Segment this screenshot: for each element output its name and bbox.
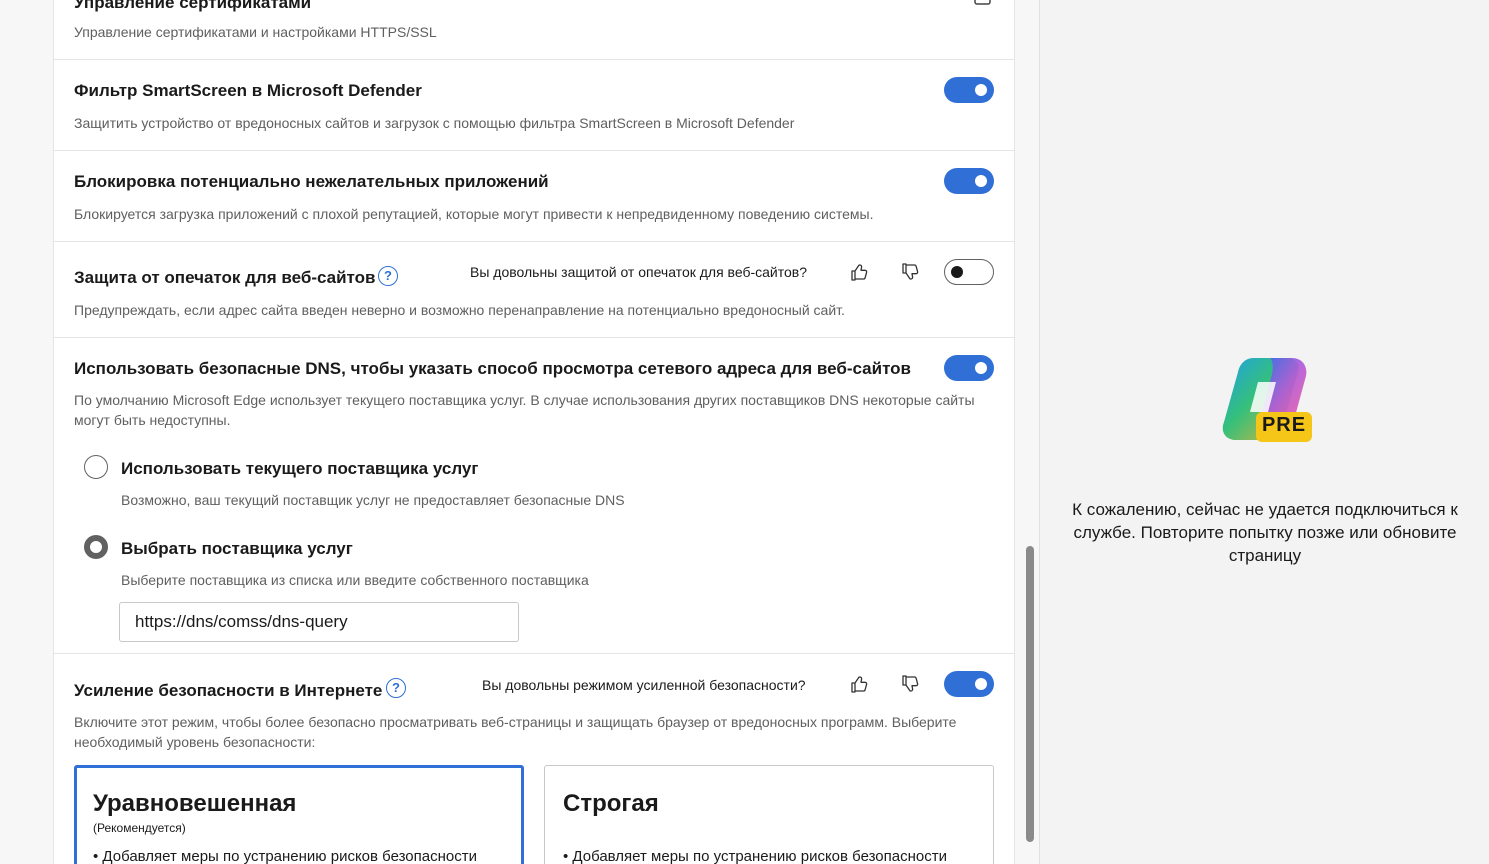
dns-custom-provider-label[interactable]: Выбрать поставщика услуг <box>121 539 353 559</box>
level-bullet: • Добавляет меры по устранению рисков бе… <box>563 848 947 864</box>
copilot-sidebar: PRE К сожалению, сейчас не удается подкл… <box>1040 0 1489 864</box>
toggle-knob <box>975 362 987 374</box>
dns-current-provider-label[interactable]: Использовать текущего поставщика услуг <box>121 459 478 479</box>
dns-desc: По умолчанию Microsoft Edge использует т… <box>74 392 975 428</box>
typo-desc: Предупреждать, если адрес сайта введен н… <box>74 302 845 318</box>
dns-current-provider-desc: Возможно, ваш текущий поставщик услуг не… <box>121 492 625 508</box>
pua-desc: Блокируется загрузка приложений с плохой… <box>74 206 874 222</box>
certificates-title: Управление сертификатами <box>74 0 312 12</box>
open-external-icon[interactable] <box>974 0 992 6</box>
dns-custom-provider-desc: Выберите поставщика из списка или введит… <box>121 572 589 588</box>
typo-toggle[interactable] <box>944 259 994 285</box>
privacy-security-card: Управление сертификатами Управление серт… <box>53 0 1015 864</box>
certificates-desc: Управление сертификатами и настройками H… <box>74 24 437 40</box>
certificates-row[interactable]: Управление сертификатами Управление серт… <box>54 0 1014 60</box>
security-level-strict[interactable]: Строгая • Добавляет меры по устранению р… <box>544 765 994 864</box>
copilot-error-message: К сожалению, сейчас не удается подключит… <box>1072 500 1458 565</box>
dns-title: Использовать безопасные DNS, чтобы указа… <box>74 359 912 378</box>
level-title: Строгая <box>563 790 659 817</box>
smartscreen-toggle[interactable] <box>944 77 994 103</box>
toggle-knob <box>951 266 963 278</box>
security-level-balanced[interactable]: Уравновешенная (Рекомендуется) • Добавля… <box>74 765 524 864</box>
copilot-preview-badge: PRE <box>1261 414 1307 436</box>
level-title: Уравновешенная <box>93 790 297 817</box>
help-icon[interactable]: ? <box>378 266 398 286</box>
toggle-knob <box>975 175 987 187</box>
help-icon[interactable]: ? <box>386 678 406 698</box>
scrollbar-thumb[interactable] <box>1026 546 1034 842</box>
typo-title: Защита от опечаток для веб-сайтов <box>74 268 376 287</box>
pua-row: Блокировка потенциально нежелательных пр… <box>54 151 1014 242</box>
level-bullet: • Добавляет меры по устранению рисков бе… <box>93 848 477 864</box>
smartscreen-desc: Защитить устройство от вредоносных сайто… <box>74 115 795 131</box>
typo-feedback-question: Вы довольны защитой от опечаток для веб-… <box>470 264 808 280</box>
settings-pane: Управление сертификатами Управление серт… <box>0 0 1040 864</box>
dns-provider-input[interactable] <box>119 602 519 642</box>
enhanced-title: Усиление безопасности в Интернете <box>74 681 383 700</box>
pua-toggle[interactable] <box>944 168 994 194</box>
thumbs-down-icon[interactable] <box>900 674 920 694</box>
thumbs-down-icon[interactable] <box>900 262 920 282</box>
thumbs-up-icon[interactable] <box>849 262 869 282</box>
dns-custom-provider-radio[interactable] <box>84 535 108 559</box>
smartscreen-title: Фильтр SmartScreen в Microsoft Defender <box>74 81 422 100</box>
enhanced-feedback-question: Вы довольны режимом усиленной безопаснос… <box>482 677 806 693</box>
dns-toggle[interactable] <box>944 355 994 381</box>
dns-current-provider-radio[interactable] <box>84 455 108 479</box>
enhanced-desc: Включите этот режим, чтобы более безопас… <box>74 714 957 750</box>
smartscreen-row: Фильтр SmartScreen в Microsoft Defender … <box>54 60 1014 151</box>
thumbs-up-icon[interactable] <box>849 674 869 694</box>
level-subtitle: (Рекомендуется) <box>93 821 186 835</box>
toggle-knob <box>975 678 987 690</box>
enhanced-toggle[interactable] <box>944 671 994 697</box>
toggle-knob <box>975 84 987 96</box>
typo-row: Защита от опечаток для веб-сайтов ? Вы д… <box>54 242 1014 338</box>
pua-title: Блокировка потенциально нежелательных пр… <box>74 172 549 191</box>
